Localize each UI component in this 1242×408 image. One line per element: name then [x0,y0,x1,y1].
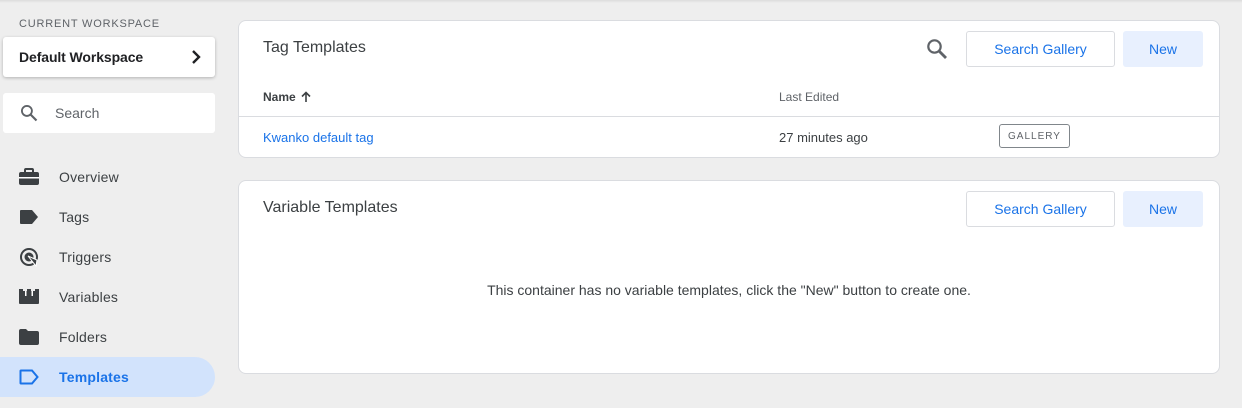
sidebar-item-tags[interactable]: Tags [0,197,215,237]
column-header-name[interactable]: Name [263,90,312,104]
column-header-name-label: Name [263,90,296,104]
empty-state-message: This container has no variable templates… [487,282,971,298]
workspace-label: CURRENT WORKSPACE [19,18,160,30]
briefcase-icon [19,167,39,187]
sidebar-item-label: Variables [59,289,119,305]
sidebar-item-folders[interactable]: Folders [0,317,215,357]
sidebar-search[interactable] [3,93,215,133]
tag-templates-title: Tag Templates [263,39,366,56]
search-icon [21,105,38,122]
sidebar: CURRENT WORKSPACE Default Workspace Over… [0,0,230,408]
table-header: Name Last Edited [239,83,1219,117]
search-icon[interactable] [925,37,949,61]
sidebar-nav: Overview Tags Triggers Variables Folders [0,157,215,397]
variables-icon [19,287,39,307]
sidebar-item-overview[interactable]: Overview [0,157,215,197]
sidebar-item-triggers[interactable]: Triggers [0,237,215,277]
trigger-icon [19,247,39,267]
template-name-link[interactable]: Kwanko default tag [263,130,374,145]
variable-search-gallery-button[interactable]: Search Gallery [966,191,1115,227]
sidebar-item-label: Folders [59,329,108,345]
arrow-up-icon [301,91,311,102]
sidebar-item-label: Triggers [59,249,112,265]
sidebar-item-label: Templates [59,369,130,385]
table-row[interactable]: Kwanko default tag 27 minutes ago GALLER… [239,117,1219,157]
tag-icon [19,207,39,227]
variable-new-button[interactable]: New [1123,191,1203,227]
folder-icon [19,327,39,347]
chevron-right-icon [192,50,201,64]
gallery-badge: GALLERY [999,124,1070,148]
sidebar-item-variables[interactable]: Variables [0,277,215,317]
sidebar-item-label: Overview [59,169,119,185]
variable-templates-card: Variable Templates Search Gallery New Th… [238,180,1220,374]
tag-new-button[interactable]: New [1123,31,1203,67]
tag-templates-card: Tag Templates Search Gallery New Name La… [238,20,1220,158]
variable-templates-title: Variable Templates [263,199,398,216]
workspace-selector[interactable]: Default Workspace [3,37,215,77]
sidebar-item-templates[interactable]: Templates [0,357,215,397]
sidebar-item-label: Tags [59,209,90,225]
tag-search-gallery-button[interactable]: Search Gallery [966,31,1115,67]
template-icon [19,367,39,387]
search-input[interactable] [55,105,195,121]
last-edited-value: 27 minutes ago [779,130,868,145]
workspace-name: Default Workspace [19,49,144,65]
column-header-last-edited[interactable]: Last Edited [779,90,839,104]
